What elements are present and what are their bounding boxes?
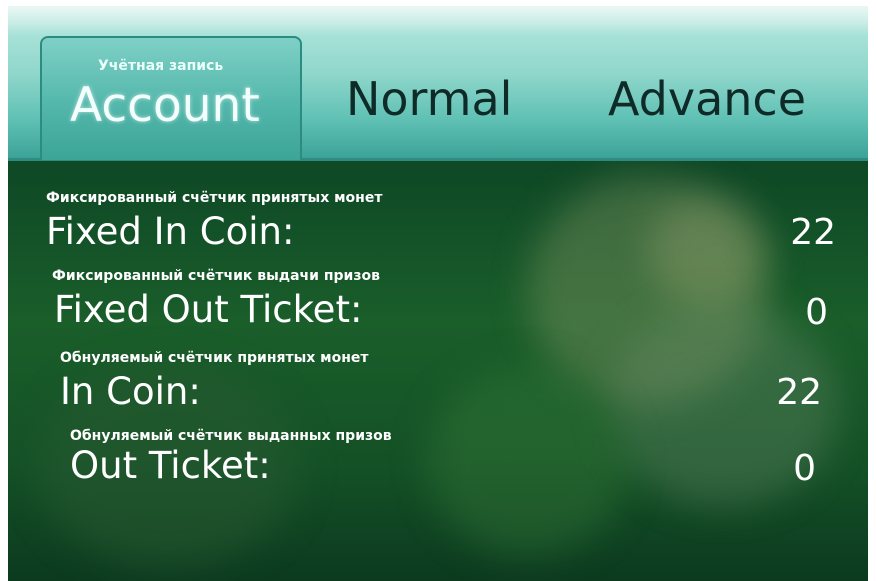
tab-advance[interactable]: Advance [608, 72, 806, 126]
tab-account[interactable]: Учётная запись Account [40, 36, 302, 160]
game-machine-screen: Учётная запись Account Normal Advance Фи… [8, 6, 868, 581]
counter-label: Fixed Out Ticket: [54, 288, 363, 331]
counter-caption: Обнуляемый счётчик принятых монет [60, 350, 369, 366]
background-blur [648, 196, 768, 306]
counter-caption: Фиксированный счётчик выдачи призов [52, 268, 380, 284]
counter-value: 22 [776, 372, 822, 413]
counter-value: 0 [793, 448, 816, 489]
counter-caption: Обнуляемый счётчик выданных призов [70, 428, 392, 444]
counter-label: Out Ticket: [70, 444, 271, 487]
counter-caption: Фиксированный счётчик принятых монет [46, 190, 383, 206]
counter-label: In Coin: [60, 370, 201, 413]
counter-value: 0 [805, 292, 828, 333]
counter-label: Fixed In Coin: [46, 210, 295, 253]
tab-bar: Учётная запись Account Normal Advance [8, 6, 868, 161]
counter-value: 22 [790, 212, 836, 253]
tab-normal[interactable]: Normal [346, 72, 512, 126]
tab-account-caption: Учётная запись [98, 58, 224, 74]
tab-account-label: Account [70, 78, 260, 133]
background-blur [428, 366, 628, 556]
